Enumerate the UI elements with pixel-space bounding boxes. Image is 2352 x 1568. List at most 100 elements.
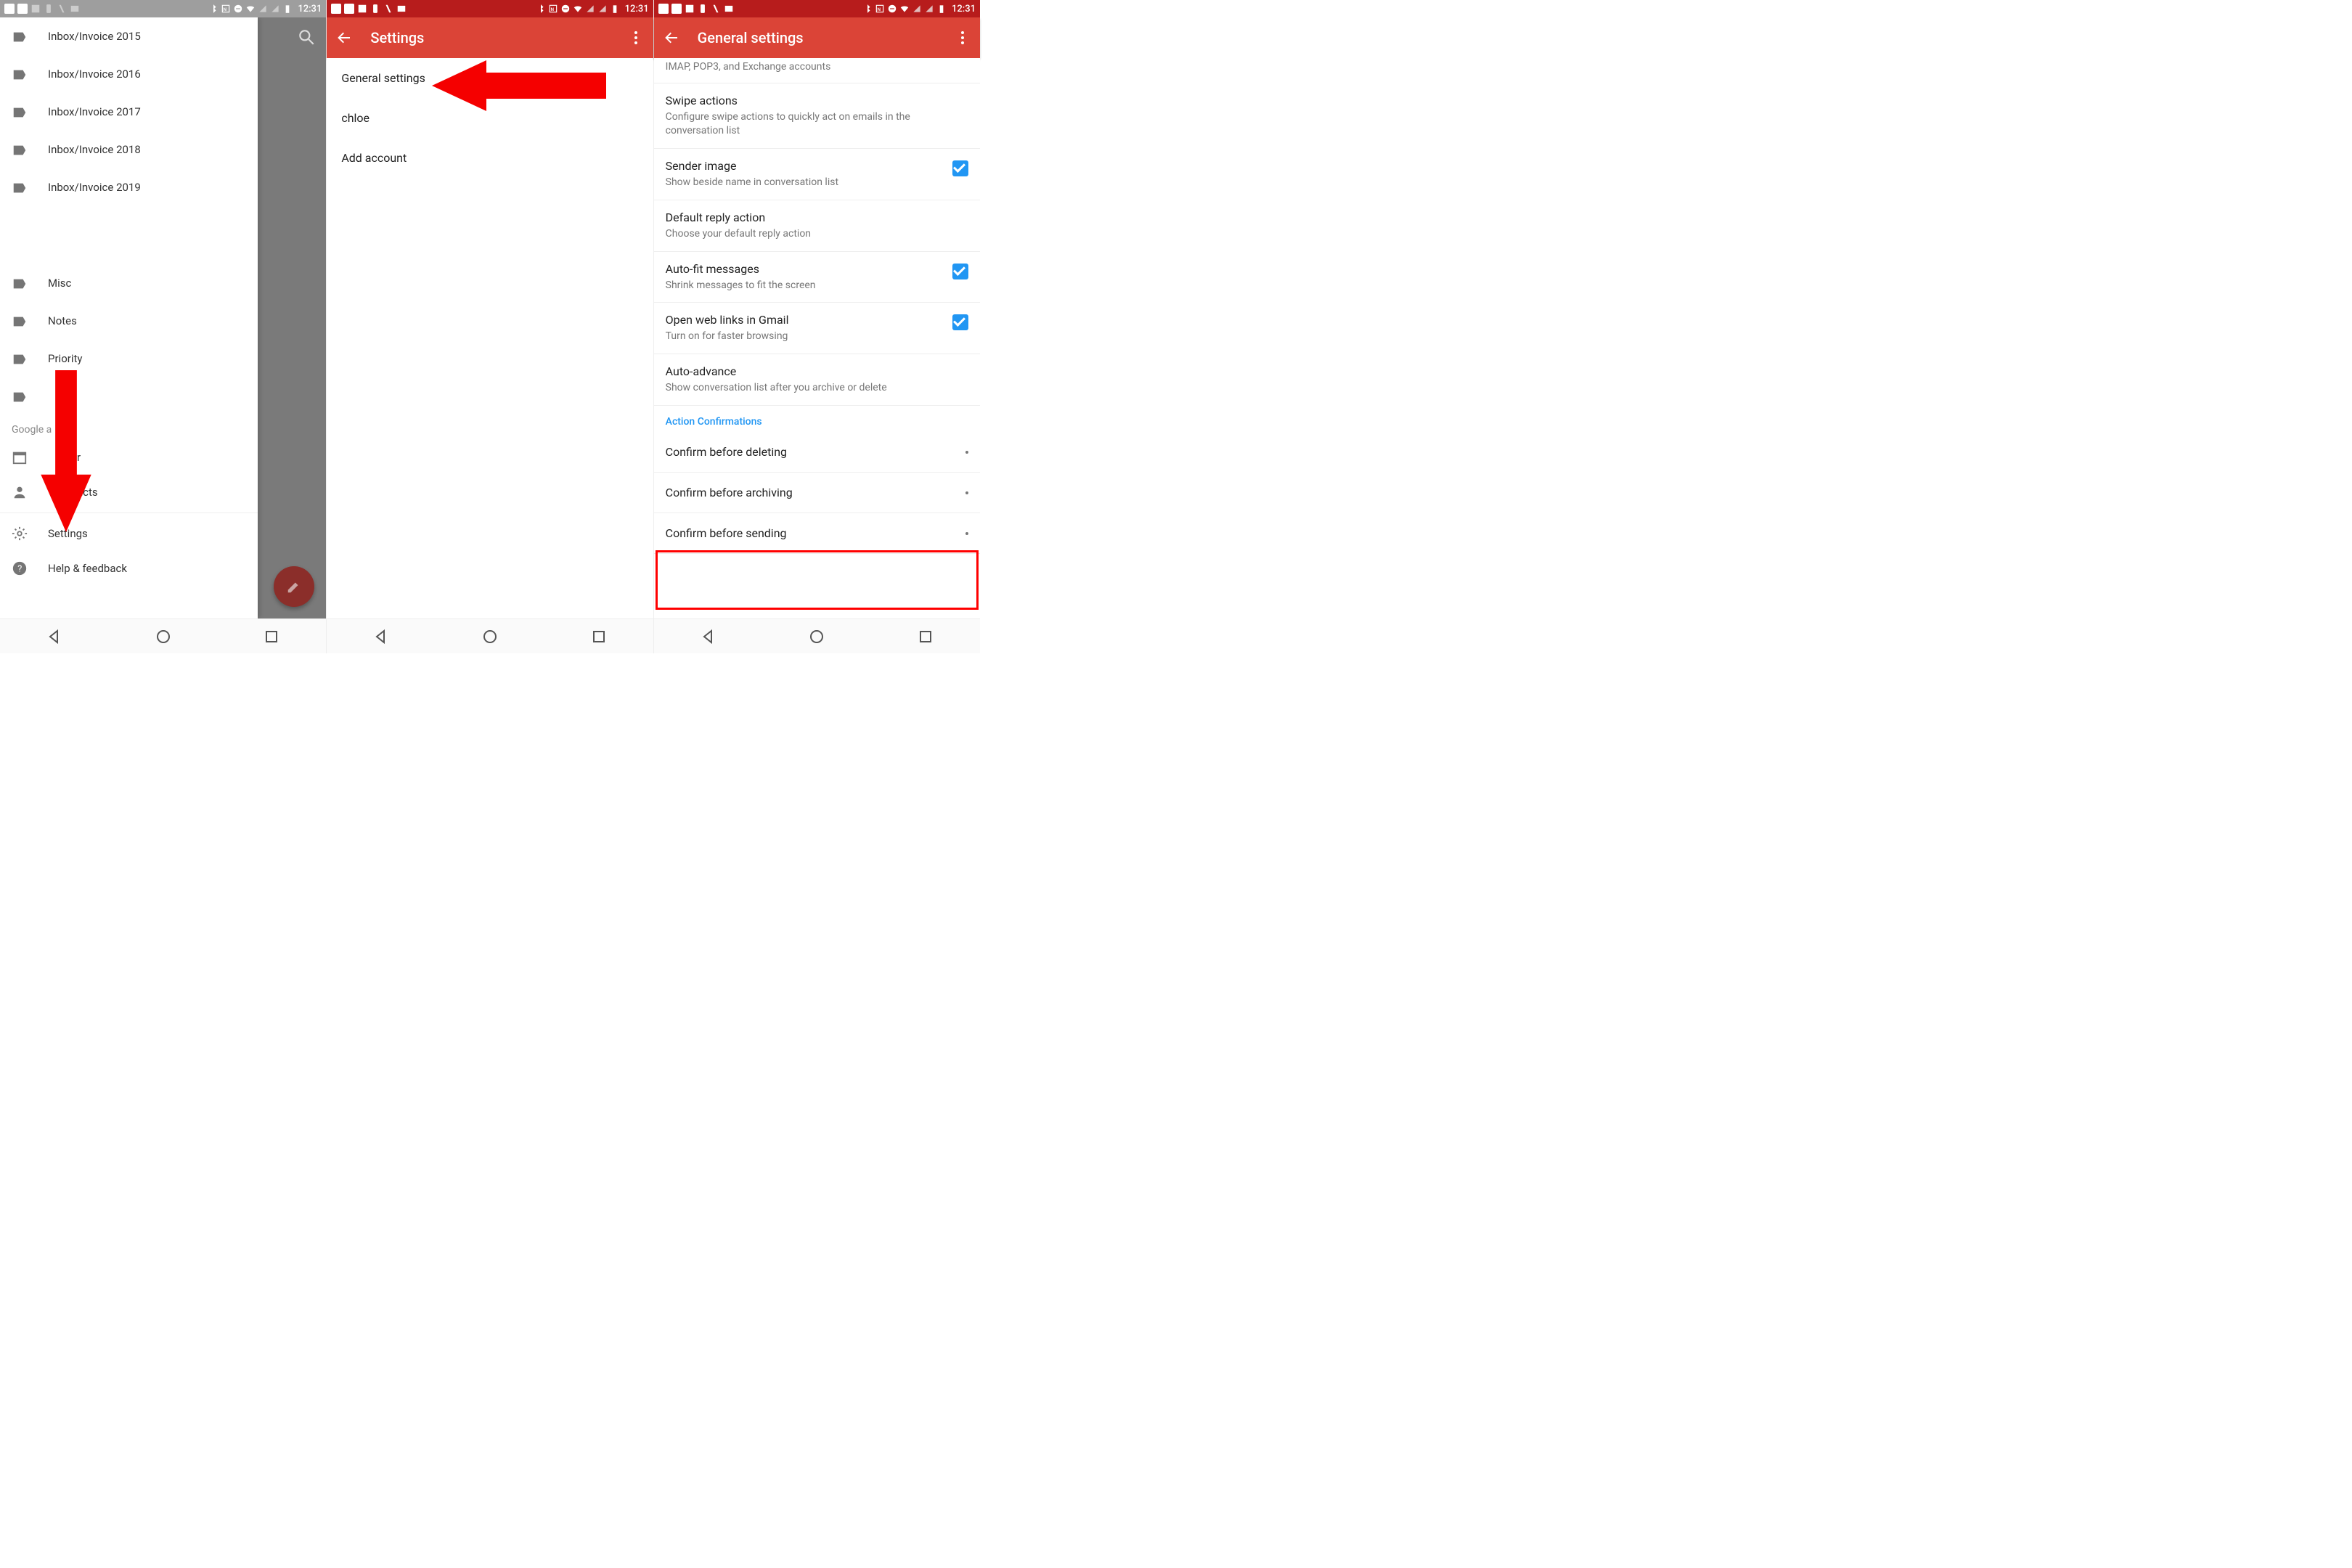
setting-row[interactable]: Default reply action Choose your default …	[654, 200, 980, 252]
phone-icon	[370, 4, 380, 14]
label-text: Inbox/Invoice 2019	[48, 181, 141, 194]
back-nav-icon[interactable]	[372, 628, 390, 645]
back-icon[interactable]	[663, 29, 680, 46]
back-nav-icon[interactable]	[46, 628, 63, 645]
checkbox[interactable]	[952, 264, 968, 279]
overflow-icon[interactable]	[627, 29, 645, 46]
app-icon	[357, 4, 367, 14]
calendar-item[interactable]: r	[0, 440, 258, 475]
dnd-icon	[560, 4, 571, 14]
label-item[interactable]: Notes	[0, 302, 258, 340]
svg-text:?: ?	[17, 564, 22, 575]
checkbox[interactable]	[965, 532, 968, 535]
back-icon[interactable]	[335, 29, 353, 46]
confirm-row[interactable]: Confirm before deleting	[654, 432, 980, 473]
recent-nav-icon[interactable]	[917, 628, 934, 645]
setting-subtitle: Shrink messages to fit the screen	[666, 279, 944, 293]
confirm-row[interactable]: Confirm before sending	[654, 513, 980, 554]
status-time: 12:31	[298, 4, 322, 15]
app-bar: General settings	[654, 17, 980, 58]
setting-title: Auto-fit messages	[666, 262, 944, 276]
app-icon	[685, 4, 695, 14]
status-bar: N 12:31	[327, 0, 653, 17]
settings-item-account[interactable]: chloe	[327, 98, 653, 138]
label-item[interactable]: Inbox/Invoice 2019	[0, 168, 258, 206]
status-bar: N 12:31	[0, 0, 326, 17]
checkbox[interactable]	[952, 314, 968, 330]
wifi-icon	[899, 4, 910, 14]
checkbox[interactable]	[952, 160, 968, 176]
settings-item-add-account[interactable]: Add account	[327, 138, 653, 178]
label-item[interactable]	[0, 377, 258, 415]
checkbox[interactable]	[965, 491, 968, 494]
back-nav-icon[interactable]	[700, 628, 717, 645]
nfc-icon: N	[875, 4, 885, 14]
label-item[interactable]: Misc	[0, 264, 258, 302]
setting-row[interactable]: Open web links in GmailTurn on for faste…	[654, 303, 980, 354]
photo-icon	[70, 4, 80, 14]
android-nav-bar	[327, 618, 653, 653]
facebook-icon	[17, 4, 28, 14]
label-icon	[12, 180, 28, 195]
dnd-icon	[887, 4, 897, 14]
google-apps-heading: Google a	[0, 415, 258, 440]
home-nav-icon[interactable]	[155, 628, 172, 645]
no-sim-icon	[912, 4, 922, 14]
item-label: r	[48, 451, 81, 464]
label-item[interactable]: Inbox/Invoice 2016	[0, 55, 258, 93]
label-icon	[12, 314, 28, 328]
contacts-item[interactable]: acts	[0, 475, 258, 510]
no-sim-icon	[585, 4, 595, 14]
facebook-icon	[671, 4, 682, 14]
confirm-label: Confirm before sending	[666, 526, 787, 540]
label-text: Misc	[48, 277, 71, 290]
setting-row[interactable]: Auto-fit messages Shrink messages to fit …	[654, 252, 980, 303]
help-item[interactable]: ? Help & feedback	[0, 551, 258, 586]
label-text: Inbox/Invoice 2017	[48, 105, 141, 118]
confirm-row[interactable]: Confirm before archiving	[654, 473, 980, 513]
setting-subtitle: Choose your default reply action	[666, 227, 968, 241]
svg-text:N: N	[878, 7, 881, 12]
setting-title: Default reply action	[666, 211, 968, 224]
drawer-scrim[interactable]	[258, 17, 326, 618]
accounts-subtext: IMAP, POP3, and Exchange accounts	[654, 58, 980, 83]
no-sim-icon	[258, 4, 268, 14]
recent-nav-icon[interactable]	[263, 628, 280, 645]
photo-icon	[396, 4, 407, 14]
no-sim-icon	[924, 4, 934, 14]
label-item[interactable]: Inbox/Invoice 2017	[0, 93, 258, 131]
screen-general-settings: N 12:31 General settings IMAP, POP3, and…	[654, 0, 980, 653]
compose-fab[interactable]	[274, 566, 314, 607]
settings-item-general[interactable]: General settings	[327, 58, 653, 98]
wifi-icon	[245, 4, 256, 14]
netflix-icon	[383, 4, 393, 14]
setting-row[interactable]: Swipe actionsConfigure swipe actions to …	[654, 83, 980, 149]
facebook-icon	[658, 4, 669, 14]
bluetooth-icon	[208, 4, 219, 14]
label-item[interactable]: Priority	[0, 340, 258, 377]
nfc-icon: N	[221, 4, 231, 14]
setting-row[interactable]: Auto-advanceShow conversation list after…	[654, 354, 980, 406]
svg-text:N: N	[224, 7, 227, 12]
home-nav-icon[interactable]	[808, 628, 825, 645]
setting-title: Swipe actions	[666, 94, 968, 107]
recent-nav-icon[interactable]	[590, 628, 608, 645]
label-item[interactable]: Inbox/Invoice 2015	[0, 17, 258, 55]
label-text: Inbox/Invoice 2016	[48, 68, 141, 81]
search-icon[interactable]	[297, 28, 316, 46]
bluetooth-icon	[536, 4, 546, 14]
checkbox[interactable]	[965, 451, 968, 454]
battery-icon	[936, 4, 947, 14]
overflow-icon[interactable]	[954, 29, 971, 46]
battery-icon	[610, 4, 620, 14]
label-text: Priority	[48, 352, 82, 365]
label-item[interactable]: Inbox/Invoice 2018	[0, 131, 258, 168]
status-time: 12:31	[952, 4, 976, 15]
home-nav-icon[interactable]	[481, 628, 499, 645]
setting-row[interactable]: Sender imageShow beside name in conversa…	[654, 149, 980, 200]
netflix-icon	[711, 4, 721, 14]
bluetooth-icon	[862, 4, 873, 14]
facebook-icon	[4, 4, 15, 14]
settings-item[interactable]: Settings	[0, 516, 258, 551]
setting-subtitle: Turn on for faster browsing	[666, 330, 944, 343]
